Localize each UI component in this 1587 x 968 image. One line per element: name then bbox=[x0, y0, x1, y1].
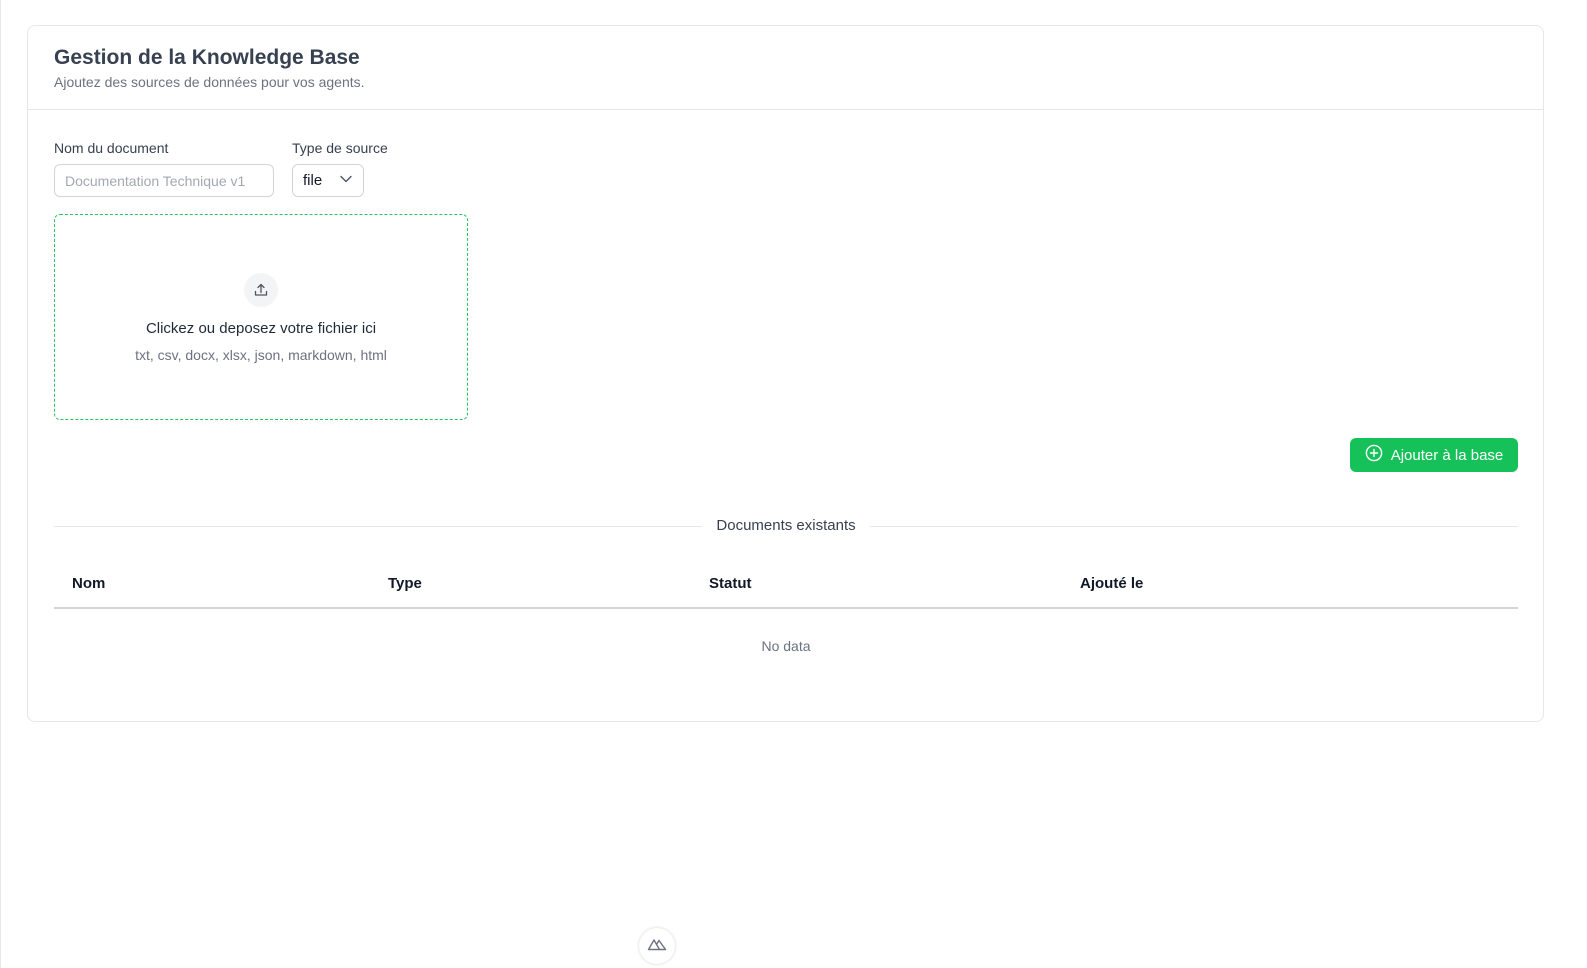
file-dropzone[interactable]: Clickez ou deposez votre fichier ici txt… bbox=[54, 214, 468, 420]
divider-line-right bbox=[869, 525, 1519, 527]
column-header-status[interactable]: Statut bbox=[709, 574, 752, 594]
source-type-field: Type de source file bbox=[292, 139, 388, 197]
card-header: Gestion de la Knowledge Base Ajoutez des… bbox=[28, 26, 1543, 110]
add-to-base-label: Ajouter à la base bbox=[1390, 446, 1504, 464]
document-name-input[interactable] bbox=[54, 164, 274, 197]
documents-section-title: Documents existants bbox=[716, 517, 856, 534]
column-header-type[interactable]: Type bbox=[388, 574, 422, 594]
knowledge-base-card: Gestion de la Knowledge Base Ajoutez des… bbox=[27, 25, 1544, 722]
documents-table: Nom Type Statut Ajouté le No data bbox=[54, 560, 1518, 655]
dropzone-instruction: Clickez ou deposez votre fichier ici bbox=[145, 320, 377, 337]
dropzone-formats: txt, csv, docx, xlsx, json, markdown, ht… bbox=[135, 347, 387, 363]
chevron-down-icon bbox=[339, 172, 353, 190]
nuxt-devtools-button[interactable] bbox=[639, 928, 675, 964]
plus-circle-icon bbox=[1365, 444, 1383, 466]
page: Gestion de la Knowledge Base Ajoutez des… bbox=[0, 0, 1587, 968]
column-header-name[interactable]: Nom bbox=[72, 574, 105, 594]
divider-line-left bbox=[54, 525, 703, 527]
upload-icon bbox=[244, 273, 278, 307]
table-header: Nom Type Statut Ajouté le bbox=[54, 560, 1518, 609]
nuxt-logo-icon bbox=[647, 937, 667, 956]
source-type-value: file bbox=[303, 172, 323, 189]
page-title: Gestion de la Knowledge Base bbox=[54, 46, 360, 69]
table-empty-state: No data bbox=[761, 638, 811, 654]
source-type-label: Type de source bbox=[292, 140, 388, 156]
documents-divider: Documents existants bbox=[54, 516, 1519, 536]
column-header-added-on[interactable]: Ajouté le bbox=[1080, 574, 1143, 594]
page-subtitle: Ajoutez des sources de données pour vos … bbox=[54, 74, 365, 90]
add-to-base-button[interactable]: Ajouter à la base bbox=[1350, 438, 1518, 472]
document-name-field: Nom du document bbox=[54, 139, 274, 197]
document-name-label: Nom du document bbox=[54, 140, 169, 156]
source-type-select[interactable]: file bbox=[292, 164, 364, 197]
